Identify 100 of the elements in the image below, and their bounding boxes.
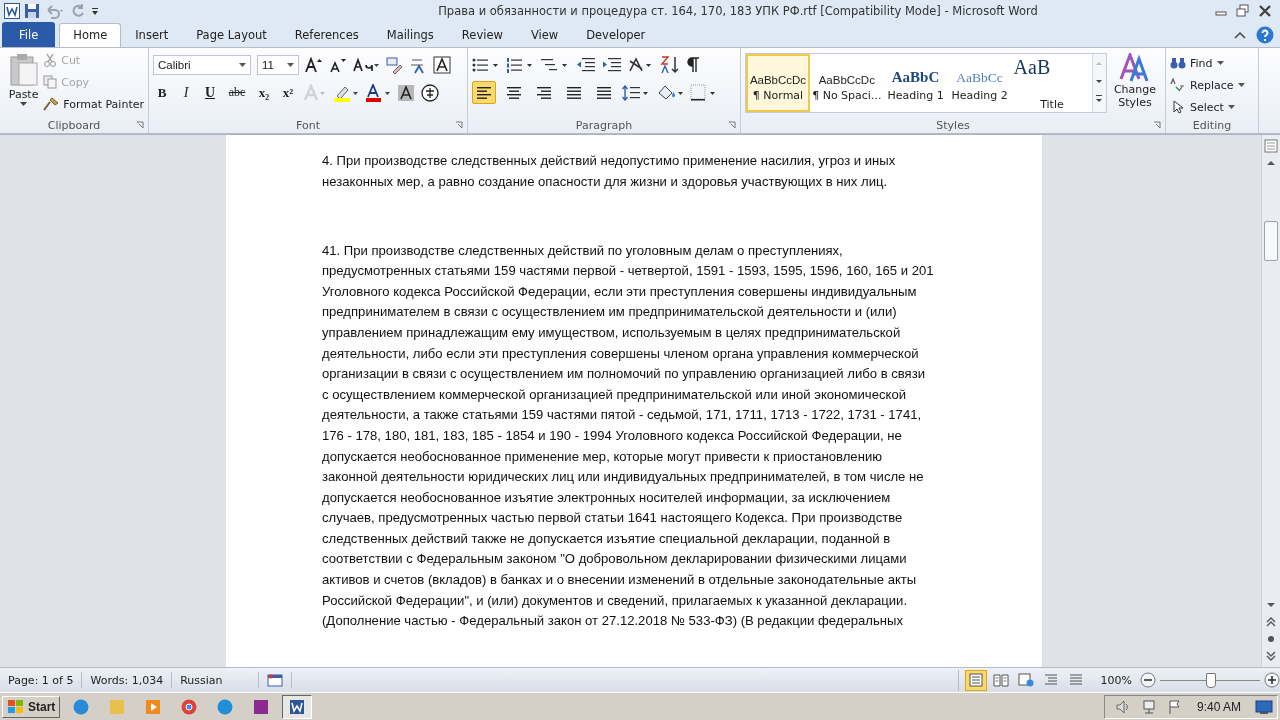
line-spacing-icon[interactable] — [622, 84, 650, 101]
document-text-line: Российской Федерации", и (или) документов и сведений, прилагаемых к указанной декларации. — [322, 591, 909, 610]
document-text-line: незаконных мер, а равно создание опасности для жизни и здоровья участвующих в них лиц. — [322, 172, 889, 191]
dialog-launcher-icon[interactable] — [455, 121, 463, 130]
document-text-line: соответствии с Федеральным законом "О добровольном декларировании физическими лицами — [322, 550, 908, 569]
document-text-line: деятельности, либо если эти преступления совершены членом органа управления коммерческой — [322, 344, 920, 363]
caret-icon — [1237, 83, 1245, 88]
asian-layout-icon[interactable] — [628, 56, 654, 73]
pointer-icon — [1170, 100, 1186, 115]
style-item[interactable]: AaB Title — [1011, 53, 1093, 112]
file-tab[interactable]: File — [2, 21, 56, 47]
zoom-in-icon[interactable] — [1264, 672, 1280, 689]
change-styles-button[interactable]: Change Styles — [1113, 52, 1157, 109]
dialog-launcher-icon[interactable] — [1153, 121, 1161, 130]
borders-icon[interactable] — [690, 83, 718, 102]
ribbon-tab[interactable]: Home — [59, 22, 122, 47]
shrink-font-icon[interactable] — [329, 56, 347, 73]
align-lines-icon — [506, 85, 522, 100]
zoom-slider-thumb[interactable] — [1206, 672, 1216, 688]
align-left-button[interactable] — [472, 81, 496, 105]
character-border-icon[interactable] — [433, 55, 451, 74]
document-text-line: 4. При производстве следственных действий недопустимо применение насилия, угроз и иных — [322, 152, 897, 171]
open-book-icon — [992, 673, 1009, 688]
word-taskbar-button[interactable] — [282, 694, 313, 719]
style-item[interactable]: AaBbCcDc ¶ No Spaci... — [810, 53, 884, 112]
macro-recording-icon[interactable] — [267, 673, 284, 688]
show-desktop-icon[interactable] — [1255, 698, 1273, 715]
collapse-ribbon-icon[interactable] — [1234, 29, 1246, 40]
align-lines-icon — [596, 85, 612, 100]
ribbon-tab[interactable]: References — [280, 22, 373, 47]
increase-indent-icon[interactable] — [602, 56, 622, 73]
print-view-button[interactable] — [964, 669, 987, 691]
font-name-field[interactable]: Calibri — [153, 54, 251, 75]
shading-icon[interactable] — [656, 83, 684, 102]
style-item[interactable]: AaBbCcDc ¶ Normal — [746, 53, 810, 112]
caret-icon — [1216, 61, 1224, 66]
select-button[interactable]: Select — [1170, 97, 1254, 117]
replace-button[interactable]: Replace — [1170, 75, 1254, 95]
group-label: Font — [296, 118, 320, 132]
ruler-toggle-icon[interactable] — [1264, 139, 1278, 154]
document-text-line: управлением принадлежащим ему имуществом, используемым в целях предпринимательской — [322, 323, 902, 342]
bullets-icon[interactable] — [472, 56, 500, 73]
dialog-launcher-icon[interactable] — [136, 121, 144, 130]
speaker-icon[interactable] — [1114, 698, 1131, 715]
group-label: Styles — [936, 118, 970, 132]
zoom-out-icon[interactable] — [1140, 672, 1156, 689]
page-count[interactable]: Page: 1 of 5 — [0, 672, 83, 689]
ribbon-tab[interactable]: Insert — [121, 22, 183, 47]
clear-formatting-icon[interactable] — [385, 55, 403, 74]
document-text-line: деятельности, а также статьями 159 частями пятой - седьмой, 171, 1711, 1713 - 1722, 1731 - 1741, — [322, 406, 923, 425]
style-item[interactable]: AaBbC Heading 1 — [883, 53, 948, 112]
font-color-icon[interactable] — [365, 83, 391, 102]
sort-icon[interactable] — [660, 55, 680, 74]
enclose-characters-icon[interactable] — [421, 83, 439, 102]
close-icon[interactable] — [1258, 3, 1272, 18]
app-icon — [252, 697, 271, 716]
windows-logo-icon — [7, 698, 25, 715]
painter-button[interactable]: Format Painter — [43, 94, 144, 114]
help-icon[interactable] — [1256, 25, 1274, 44]
strikethrough-button[interactable]: abc — [225, 85, 249, 101]
ribbon-tab[interactable]: Page Layout — [182, 22, 281, 47]
word-count[interactable]: Words: 1,034 — [82, 672, 173, 689]
save-icon[interactable] — [24, 2, 40, 19]
superscript-button[interactable]: x² — [279, 84, 297, 101]
binoculars-icon — [1170, 56, 1186, 71]
document-text-line: (Дополнение частью - Федеральный закон от 27.12.2018 № 533-ФЗ) (В редакции федеральных — [322, 612, 904, 631]
ribbon-tab[interactable]: Developer — [572, 22, 660, 47]
numbering-icon[interactable] — [506, 56, 534, 73]
change-case-icon[interactable] — [353, 56, 379, 73]
language-indicator[interactable]: Russian — [172, 672, 260, 689]
dropdown-caret-icon — [239, 62, 246, 67]
bold-button[interactable]: B — [153, 84, 171, 101]
decrease-indent-icon[interactable] — [576, 56, 596, 73]
network-icon[interactable] — [1140, 698, 1157, 715]
character-shading-icon[interactable] — [397, 83, 415, 102]
pilcrow-icon[interactable] — [686, 56, 700, 73]
grow-font-icon[interactable] — [305, 56, 323, 73]
document-text-line: организации в связи с осуществлением им полномочий по управлению организацией либо в связи — [322, 365, 926, 384]
clock[interactable]: 9:40 AM — [1192, 699, 1245, 714]
ribbon-tab[interactable]: View — [516, 22, 573, 47]
italic-button[interactable]: I — [177, 84, 195, 101]
restore-icon[interactable] — [1236, 3, 1250, 18]
style-item[interactable]: AaBbCc Heading 2 — [947, 53, 1012, 112]
dialog-launcher-icon[interactable] — [728, 121, 736, 130]
document-text-line: законной деятельности юридических лиц или индивидуальных предпринимателей, в том числе не — [322, 468, 925, 487]
start-button[interactable]: Start — [2, 695, 61, 718]
ribbon-tab[interactable]: Review — [447, 22, 517, 47]
zoom-level[interactable]: 100% — [1100, 673, 1132, 687]
paste-button[interactable]: Paste — [4, 50, 44, 118]
multilevel-list-icon[interactable] — [540, 56, 570, 73]
underline-button[interactable]: U — [201, 84, 219, 101]
group-label: Editing — [1192, 118, 1232, 132]
scrollbar-thumb[interactable] — [1264, 221, 1278, 262]
align-lines-icon — [536, 85, 552, 100]
font-size-field[interactable]: 11 — [257, 54, 299, 75]
subscript-button[interactable]: x₂ — [255, 84, 273, 101]
flag-icon[interactable] — [1166, 698, 1183, 715]
ribbon-tab[interactable]: Mailings — [372, 22, 448, 47]
find-button[interactable]: Find — [1170, 53, 1254, 73]
align-lines-icon — [476, 85, 492, 100]
